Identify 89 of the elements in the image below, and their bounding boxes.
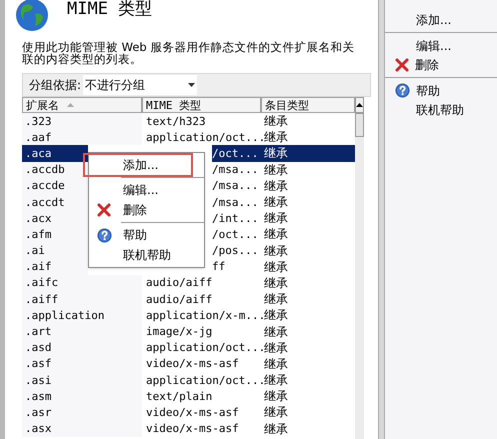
table-cell: 继承 — [261, 145, 355, 162]
table-cell-text: 继承 — [263, 129, 289, 146]
table-cell[interactable]: .accde — [22, 178, 88, 194]
table-cell-text: audio/aiff — [145, 275, 214, 292]
page-title: MIME 类型 — [67, 1, 152, 18]
table-cell-text: 继承 — [263, 178, 289, 194]
table-cell-text: application/oct... — [145, 130, 261, 146]
table-cell[interactable]: .323 — [22, 113, 142, 130]
table-cell-text: /pos... — [212, 243, 260, 259]
table-cell[interactable]: .application — [22, 307, 142, 324]
table-cell-text: application/x-m... — [145, 308, 261, 324]
table-cell-text: 继承 — [263, 242, 289, 259]
table-cell[interactable]: .aiff — [22, 291, 142, 308]
table-cell-text: 继承 — [263, 226, 289, 242]
action-link[interactable]: 删除 — [385, 55, 497, 74]
table-cell-text: video/x-ms-asf — [145, 421, 240, 437]
table-cell[interactable]: .asr — [22, 404, 142, 421]
scroll-up-button[interactable] — [355, 97, 364, 113]
table-cell[interactable]: .aca — [22, 145, 88, 162]
table-cell-text: ff — [212, 259, 226, 275]
table-cell[interactable]: .aif — [22, 258, 88, 275]
column-header[interactable]: MIME 类型 — [142, 97, 261, 113]
scrollbar[interactable] — [355, 97, 364, 439]
group-by-dropdown[interactable]: 不进行分组 — [83, 75, 198, 95]
scroll-thumb[interactable] — [355, 113, 364, 137]
group-by-label: 分组依据: — [29, 77, 82, 94]
table-cell[interactable]: .ai — [22, 242, 88, 259]
table-cell-text: image/x-jg — [145, 324, 214, 340]
table-cell-text: 继承 — [263, 340, 289, 356]
globe-icon — [15, 0, 49, 32]
column-header[interactable]: 条目类型 — [261, 97, 355, 113]
table-cell[interactable]: .art — [22, 323, 142, 340]
table-cell-text: 继承 — [263, 258, 289, 275]
table-cell-text: text/plain — [145, 388, 214, 404]
table-cell[interactable]: .asf — [22, 356, 142, 372]
table-cell-text: 继承 — [263, 291, 289, 308]
table-cell-text: 继承 — [263, 210, 289, 226]
table-cell[interactable]: .asm — [22, 388, 142, 404]
dropdown-arrow-icon — [188, 83, 196, 87]
table-cell[interactable]: .acx — [22, 210, 88, 226]
table-cell[interactable]: .asx — [22, 420, 142, 437]
action-link[interactable]: 帮助 — [385, 74, 497, 100]
table-cell-text: 继承 — [263, 194, 289, 210]
description: 使用此功能管理被 Web 服务器用作静态文件的文件扩展名和关联的内容类型的列表。 — [21, 41, 356, 65]
table-cell-text: application/oct... — [145, 340, 261, 356]
table-cell-text: 继承 — [263, 372, 289, 388]
menu-item[interactable]: 编辑... — [89, 175, 204, 200]
action-link[interactable]: 添加... — [385, 10, 497, 29]
table-cell-text: audio/aiff — [145, 292, 214, 308]
action-link[interactable]: 联机帮助 — [385, 100, 497, 119]
table-cell[interactable]: .aifc — [22, 274, 142, 292]
menu-item[interactable]: 添加... — [85, 155, 191, 175]
table-cell[interactable]: .afm — [22, 226, 88, 242]
table-cell-text: 继承 — [263, 404, 289, 421]
menu-item[interactable]: 联机帮助 — [89, 245, 204, 265]
table-cell-text: 继承 — [263, 274, 289, 292]
table-cell-text: 继承 — [263, 356, 289, 372]
table-cell[interactable]: .asi — [22, 372, 142, 388]
table-cell-text: 继承 — [263, 162, 289, 178]
table-cell[interactable]: .asd — [22, 340, 142, 356]
scroll-up-icon — [356, 103, 363, 107]
table-cell[interactable]: .aaf — [22, 129, 142, 146]
table-cell-text: video/x-ms-asf — [145, 404, 240, 421]
table-cell-text: /oct... — [212, 226, 260, 242]
table-cell-text: 继承 — [263, 307, 289, 324]
table-cell-text: video/x-ms-asf — [145, 356, 240, 372]
help-icon — [96, 228, 112, 242]
table-cell-text: /msa... — [212, 194, 260, 210]
table-cell-text: text/h323 — [145, 114, 207, 130]
action-link[interactable]: 编辑... — [385, 29, 497, 55]
table-cell-text: 继承 — [263, 388, 289, 404]
delete-icon — [395, 58, 409, 72]
table-cell-text: 继承 — [263, 324, 289, 340]
table-cell: /oct... — [212, 145, 261, 162]
help-icon — [395, 83, 410, 98]
menu-item[interactable]: 删除 — [89, 200, 204, 220]
table-cell-text: 继承 — [263, 420, 289, 437]
sort-ascending-icon — [67, 103, 74, 107]
delete-icon — [97, 203, 111, 217]
table-cell-text: /msa... — [212, 162, 260, 178]
column-header[interactable]: 扩展名 — [22, 97, 142, 113]
table-cell[interactable]: .accdb — [22, 162, 88, 178]
table-cell-text: application/oct... — [145, 372, 261, 388]
table-cell-text: /msa... — [212, 178, 260, 194]
pane-splitter[interactable] — [378, 0, 385, 439]
table-cell-text: 继承 — [263, 113, 289, 130]
table-cell[interactable]: .accdt — [22, 194, 88, 210]
menu-item[interactable]: 帮助 — [89, 220, 204, 245]
table-cell-text: /int... — [212, 210, 260, 226]
